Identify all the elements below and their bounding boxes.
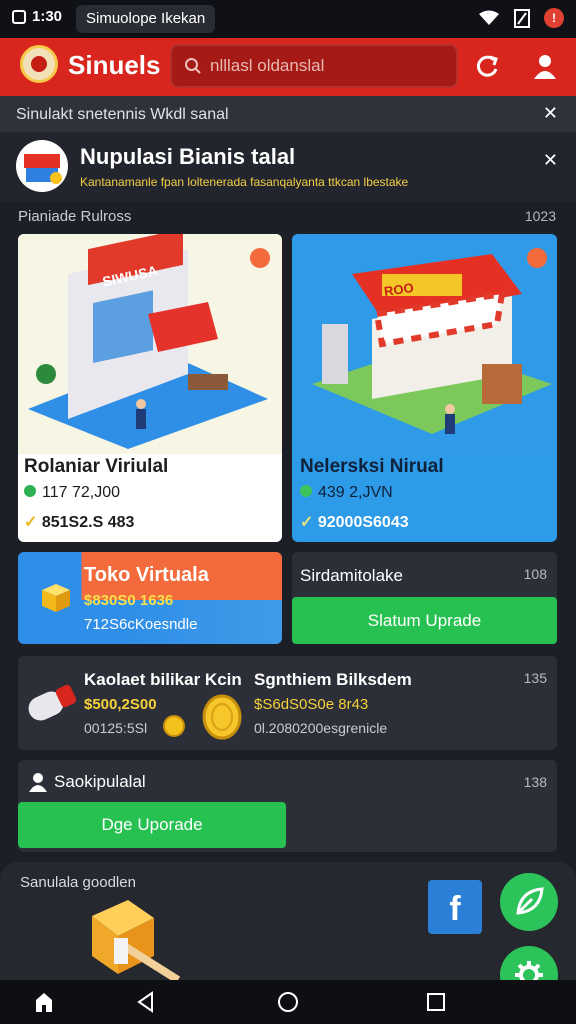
low-count: 138: [523, 774, 547, 790]
toko-title: Toko Virtuala: [84, 564, 209, 586]
battery-pack-icon: [28, 684, 77, 721]
card2-value-text: 92000S6043: [317, 514, 409, 531]
store-illustration-2: [292, 234, 557, 454]
leaf-icon: [516, 887, 544, 915]
close-icon[interactable]: ✕: [543, 103, 558, 124]
banner-subtitle: Kantanamanle fpan loltenerada fasanqalya…: [80, 175, 409, 189]
upgrade-button-1[interactable]: Slatum Uprade: [292, 597, 557, 644]
card2-stat: 439 2,JVN: [300, 484, 393, 502]
status-icons: !: [478, 8, 564, 28]
refresh-icon[interactable]: [472, 51, 502, 81]
upgrade-button-2[interactable]: Dge Uporade: [18, 802, 286, 848]
card1-value: ✓ 851S2.S 483: [24, 512, 134, 532]
business-card-1[interactable]: SIWUSA Rolaniar Viriulal 117 72,J00 ✓ 85…: [18, 234, 282, 542]
mid-right-value: $S6dS0S0e 8r43: [254, 696, 369, 713]
card1-name: Rolaniar Viriulal: [24, 456, 169, 477]
saokipulalal-tile: Saokipulalal 138 Dge Uporade: [18, 760, 557, 852]
coin-small-icon: [163, 715, 185, 737]
toko-sub: 712S6cKoesndle: [84, 616, 198, 633]
search-icon: [185, 58, 201, 74]
business-card-2[interactable]: ROO Nelersksi Nirual 439 2,JVN ✓ 92000S6…: [292, 234, 557, 542]
profile-icon[interactable]: [530, 51, 560, 81]
recents-icon[interactable]: [424, 990, 448, 1014]
card1-value-text: 851S2.S 483: [41, 514, 135, 531]
facebook-button[interactable]: f: [428, 880, 482, 934]
close-banner-icon[interactable]: ✕: [543, 150, 558, 171]
billing-tile: Kaolaet bilikar Kcin $500,2S00 00125:5Sl…: [18, 656, 557, 750]
card2-value: ✓ 92000S6043: [300, 512, 409, 532]
check-icon: ✓: [24, 514, 38, 531]
notice-text: Sinulakt snetennis Wkdl sanal: [16, 106, 229, 123]
app-brand: Sinuels: [68, 50, 161, 80]
side-count: 108: [523, 566, 547, 582]
card2-stat-value: 439 2,JVN: [318, 484, 393, 501]
battery-icon: [514, 9, 530, 28]
card1-stat-value: 117 72,J00: [42, 484, 120, 501]
notice-bar: Sinulakt snetennis Wkdl sanal: [0, 96, 576, 132]
sirdamitolake-tile: Sirdamitolake 108 Slatum Uprade: [292, 552, 557, 644]
coin-large-icon: [202, 694, 242, 740]
search-bar[interactable]: [170, 44, 458, 88]
status-dot-icon: [300, 485, 312, 497]
section-title: Pianiade Rulross: [18, 208, 132, 225]
mid-left-title: Kaolaet bilikar Kcin: [84, 670, 242, 689]
notification-icon: [12, 9, 26, 24]
status-time: 1:30: [12, 8, 62, 25]
mid-count: 135: [523, 670, 547, 686]
toko-virtual-tile[interactable]: Toko Virtuala $830S0 1636 712S6cKoesndle: [18, 552, 282, 644]
low-title: Saokipulalal: [54, 772, 146, 791]
back-icon[interactable]: [134, 990, 158, 1014]
home-icon[interactable]: [32, 990, 56, 1014]
search-input[interactable]: [210, 56, 450, 76]
card1-stat: 117 72,J00: [24, 484, 120, 502]
status-chip: Simuolope Ikekan: [76, 5, 216, 33]
toko-value: $830S0 1636: [84, 592, 174, 609]
mid-left-sub: 00125:5Sl: [84, 720, 148, 736]
alert-icon: !: [544, 8, 564, 28]
edit-fab[interactable]: [500, 873, 558, 931]
bottom-label: Sanulala goodlen: [20, 874, 136, 891]
banner-title: Nupulasi Bianis talal: [80, 144, 296, 169]
section-count: 1023: [524, 208, 556, 224]
home-circle-icon[interactable]: [276, 990, 300, 1014]
box-icon: [42, 584, 70, 612]
card2-name: Nelersksi Nirual: [300, 456, 444, 477]
package-illustration-icon: [92, 900, 181, 980]
banner-store-icon: [16, 140, 68, 192]
side-title: Sirdamitolake: [300, 566, 403, 585]
mid-right-sub: 0l.2080200esgrenicle: [254, 720, 388, 736]
wifi-icon: [479, 10, 499, 25]
status-dot-icon: [24, 485, 36, 497]
time-text: 1:30: [32, 8, 63, 25]
user-icon: [29, 773, 47, 792]
check-icon: ✓: [300, 514, 314, 531]
app-logo[interactable]: [20, 45, 58, 83]
mid-right-title: Sgnthiem Bilksdem: [254, 670, 412, 689]
mid-left-value: $500,2S00: [84, 696, 157, 713]
